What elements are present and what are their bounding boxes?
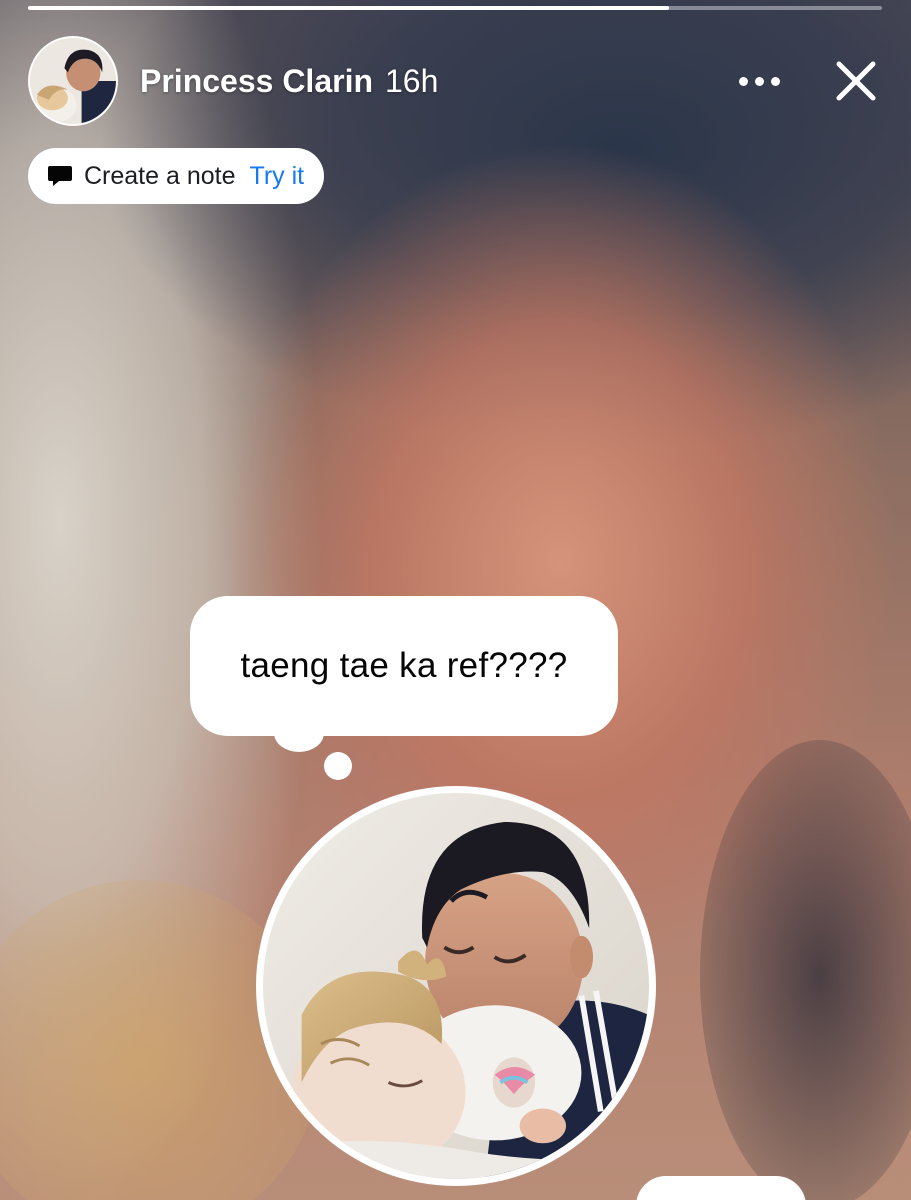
profile-photo: [263, 793, 649, 1179]
profile-photo-image: [263, 793, 649, 1179]
create-note-button[interactable]: Create a note Try it: [28, 148, 325, 204]
note-bubble: taeng tae ka ref????: [190, 596, 618, 736]
reply-button[interactable]: [636, 1176, 806, 1200]
close-icon: [836, 61, 876, 101]
note-text: taeng tae ka ref????: [240, 646, 568, 685]
more-horizontal-icon-dot: [754, 76, 764, 86]
more-options-button[interactable]: [727, 56, 791, 106]
story-user-name[interactable]: Princess Clarin: [140, 63, 373, 100]
avatar[interactable]: [28, 36, 118, 126]
more-horizontal-icon-dot: [770, 76, 780, 86]
story-header: Princess Clarin 16h: [28, 36, 881, 126]
note-bubble-tail-dot: [324, 752, 352, 780]
story-progress-bar: [28, 6, 882, 10]
avatar-photo: [30, 38, 116, 124]
background-blur-shape: [700, 740, 911, 1200]
create-note-label: Create a note: [84, 161, 236, 190]
note-bubble-tail: [274, 714, 324, 752]
story-progress-fill: [28, 6, 669, 10]
more-horizontal-icon: [738, 76, 748, 86]
speech-bubble-icon: [48, 166, 72, 186]
story-timestamp: 16h: [385, 62, 439, 99]
close-button[interactable]: [831, 56, 881, 106]
try-it-link[interactable]: Try it: [250, 162, 305, 191]
profile-picture[interactable]: [256, 786, 656, 1186]
